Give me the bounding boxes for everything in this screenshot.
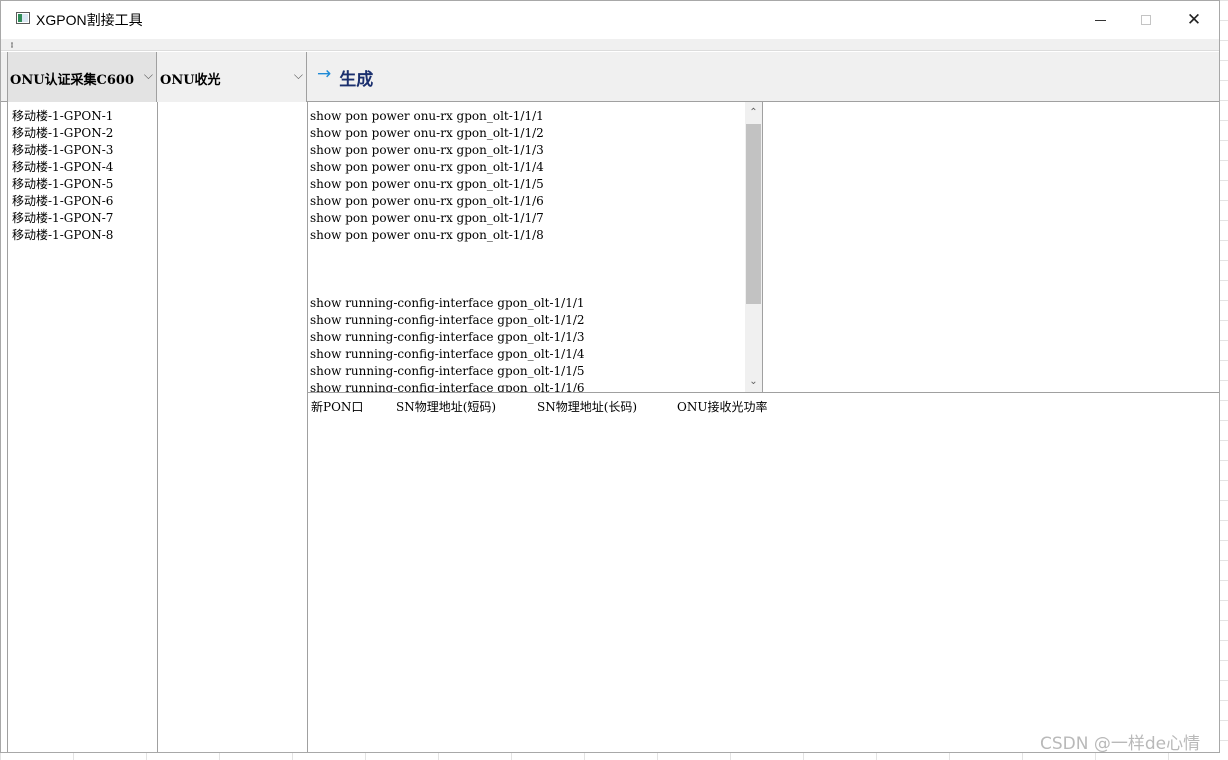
result-textarea[interactable]: 新PON口 SN物理地址(短码) SN物理地址(长码) ONU接收光功率 (308, 393, 1219, 752)
command-line: show pon power onu-rx gpon_olt-1/1/7 (310, 211, 544, 225)
window-title: XGPON割接工具 (36, 12, 143, 28)
command-type-value: ONU收光 (160, 73, 221, 88)
result-header-row: 新PON口 SN物理地址(短码) SN物理地址(长码) ONU接收光功率 (311, 398, 767, 415)
command-line: show pon power onu-rx gpon_olt-1/1/8 (310, 228, 544, 242)
command-line: show running-config-interface gpon_olt-1… (310, 296, 585, 310)
auxiliary-output-area[interactable] (763, 102, 1219, 393)
chevron-down-icon: ⌵ (143, 68, 153, 82)
close-icon: ✕ (1186, 9, 1202, 30)
list-item[interactable]: 移动楼-1-GPON-3 (8, 142, 157, 159)
vertical-scrollbar[interactable]: ⌃ ⌄ (745, 102, 762, 392)
command-line: show running-config-interface gpon_olt-1… (310, 313, 585, 327)
generate-label: 生成 (339, 69, 374, 90)
generate-button[interactable]: → 生成 (317, 64, 373, 90)
command-line: show running-config-interface gpon_olt-1… (310, 330, 585, 344)
list-item[interactable]: 移动楼-1-GPON-5 (8, 176, 157, 193)
toolstrip-grip-icon[interactable] (11, 42, 13, 48)
list-item[interactable]: 移动楼-1-GPON-7 (8, 210, 157, 227)
command-line: show pon power onu-rx gpon_olt-1/1/5 (310, 177, 544, 191)
command-header-row: ONU认证采集C600 ⌵ ONU收光 ⌵ → 生成 (1, 52, 1219, 102)
minimize-icon (1094, 19, 1106, 21)
scrollbar-thumb[interactable] (746, 124, 761, 304)
scroll-down-icon[interactable]: ⌄ (745, 373, 762, 390)
olt-type-value: ONU认证采集C600 (10, 73, 135, 88)
title-bar: XGPON割接工具 ✕ (1, 1, 1219, 39)
header-onu-rx-power: ONU接收光功率 (677, 400, 768, 414)
command-line: show running-config-interface gpon_olt-1… (310, 381, 585, 393)
maximize-button[interactable] (1123, 1, 1169, 39)
chevron-down-icon: ⌵ (293, 68, 303, 82)
header-new-pon: 新PON口 (311, 400, 364, 414)
olt-type-dropdown[interactable]: ONU认证采集C600 ⌵ (7, 52, 157, 102)
command-line: show pon power onu-rx gpon_olt-1/1/1 (310, 109, 544, 123)
command-line: show running-config-interface gpon_olt-1… (310, 364, 585, 378)
scroll-up-icon[interactable]: ⌃ (745, 104, 762, 121)
command-line: show pon power onu-rx gpon_olt-1/1/2 (310, 126, 544, 140)
secondary-input-area[interactable] (158, 102, 308, 752)
port-list[interactable]: 移动楼-1-GPON-1 移动楼-1-GPON-2 移动楼-1-GPON-3 移… (8, 102, 158, 752)
generated-commands-textarea[interactable]: show pon power onu-rx gpon_olt-1/1/1 sho… (308, 102, 763, 393)
command-type-dropdown[interactable]: ONU收光 ⌵ (157, 52, 307, 102)
list-item[interactable]: 移动楼-1-GPON-6 (8, 193, 157, 210)
header-sn-short: SN物理地址(短码) (396, 400, 497, 414)
close-button[interactable]: ✕ (1171, 1, 1217, 39)
maximize-icon (1141, 15, 1151, 25)
toolstrip (1, 39, 1219, 51)
list-item[interactable]: 移动楼-1-GPON-8 (8, 227, 157, 244)
header-sn-long: SN物理地址(长码) (537, 400, 638, 414)
app-window: XGPON割接工具 ✕ ONU认证采集C600 ⌵ ONU收光 ⌵ → 生成 移… (0, 0, 1220, 753)
command-line: show running-config-interface gpon_olt-1… (310, 347, 585, 361)
app-icon (16, 12, 30, 24)
list-item[interactable]: 移动楼-1-GPON-4 (8, 159, 157, 176)
watermark: CSDN @一样de心情 (1040, 734, 1201, 754)
minimize-button[interactable] (1077, 1, 1123, 39)
command-line: show pon power onu-rx gpon_olt-1/1/3 (310, 143, 544, 157)
list-item[interactable]: 移动楼-1-GPON-1 (8, 108, 157, 125)
list-item[interactable]: 移动楼-1-GPON-2 (8, 125, 157, 142)
arrow-right-icon: → (317, 64, 332, 84)
command-line: show pon power onu-rx gpon_olt-1/1/6 (310, 194, 544, 208)
command-line: show pon power onu-rx gpon_olt-1/1/4 (310, 160, 544, 174)
